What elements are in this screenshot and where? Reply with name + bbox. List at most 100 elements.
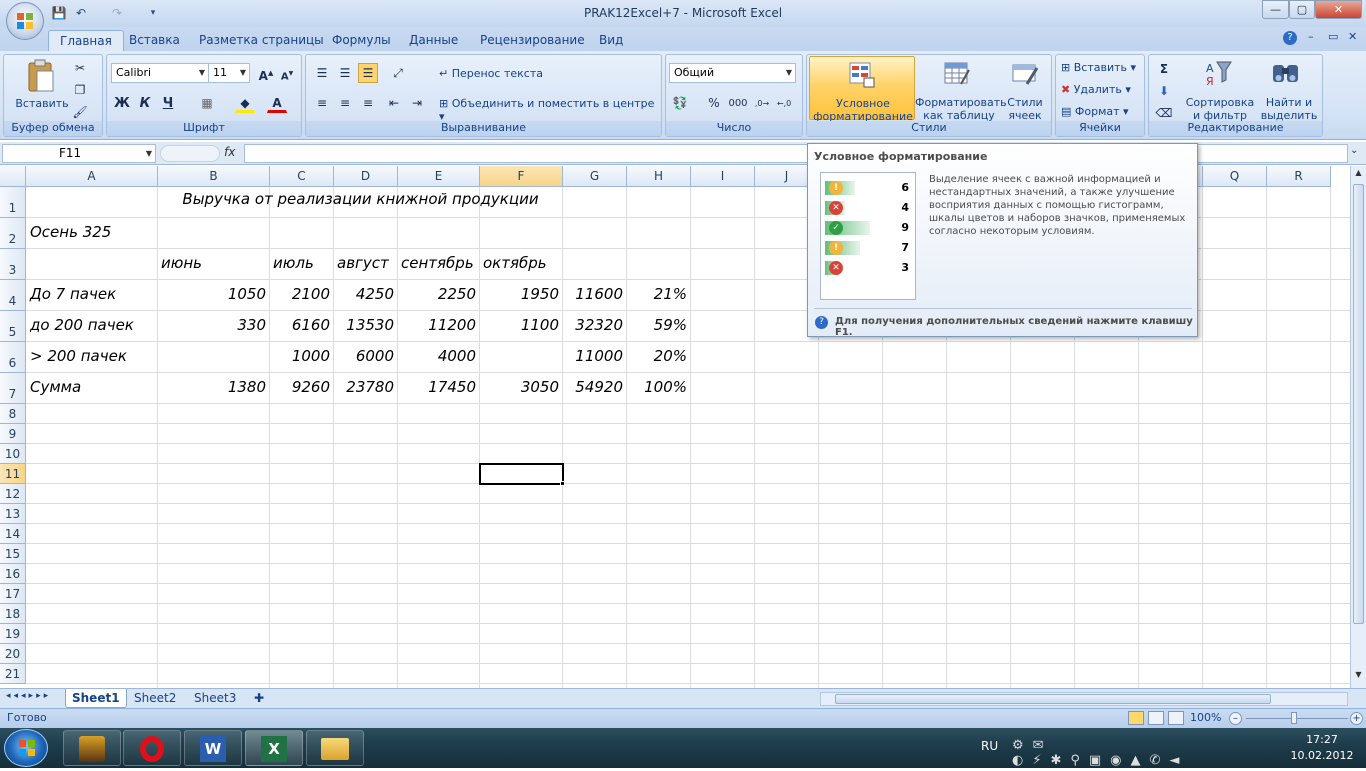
cell-a6[interactable]: > 200 пачек	[30, 347, 127, 365]
cell-c3[interactable]: июль	[273, 254, 314, 272]
sheet-tab-1[interactable]: Sheet1	[65, 689, 127, 708]
italic-button[interactable]: К	[135, 93, 155, 113]
cell-b5[interactable]: 330	[158, 316, 266, 334]
zoom-slider-thumb[interactable]	[1291, 712, 1297, 724]
row-header-7[interactable]: 7	[0, 373, 26, 404]
column-header-q[interactable]: Q	[1203, 166, 1267, 187]
zoom-slider[interactable]	[1246, 718, 1348, 719]
cell-e5[interactable]: 11200	[398, 316, 476, 334]
cell-f5[interactable]: 1100	[480, 316, 559, 334]
format-table-label-1[interactable]: Форматировать	[915, 96, 1007, 109]
cell-e4[interactable]: 2250	[398, 285, 476, 303]
insert-function-button[interactable]: fx	[224, 145, 235, 159]
name-box[interactable]: F11 ▼	[2, 144, 156, 163]
sheet-tab-3[interactable]: Sheet3	[188, 689, 242, 708]
taskbar-word[interactable]: W	[184, 730, 242, 766]
help-icon[interactable]: ?	[1283, 31, 1297, 45]
currency-icon[interactable]: 💱	[670, 93, 690, 113]
align-left-icon[interactable]: ≡	[312, 93, 332, 113]
font-name-select[interactable]: Calibri ▼	[111, 63, 209, 83]
font-size-select[interactable]: 11 ▼	[208, 63, 250, 83]
sort-label-1[interactable]: Сортировка	[1183, 96, 1257, 109]
cell-c5[interactable]: 6160	[270, 316, 330, 334]
page-break-view-icon[interactable]	[1168, 711, 1184, 725]
shrink-font-icon[interactable]: A▼	[277, 63, 297, 83]
row-header-20[interactable]: 20	[0, 644, 26, 664]
sheet-tab-2[interactable]: Sheet2	[128, 689, 182, 708]
number-format-select[interactable]: Общий ▼	[669, 63, 796, 83]
cell-f4[interactable]: 1950	[480, 285, 559, 303]
cell-h4[interactable]: 21%	[627, 285, 687, 303]
zoom-out-icon[interactable]: –	[1229, 712, 1242, 725]
row-header-4[interactable]: 4	[0, 280, 26, 311]
expand-formula-icon[interactable]: ⌄	[1350, 145, 1358, 156]
sheet-nav-icons[interactable]: ◂◂◂▸▸▸	[6, 691, 51, 701]
increase-decimal-icon[interactable]: ,0→	[752, 93, 772, 113]
cell-styles-icon[interactable]	[1011, 60, 1039, 88]
row-header-16[interactable]: 16	[0, 564, 26, 584]
merge-center-button[interactable]: ⊞ Объединить и поместить в центре ▾	[439, 97, 661, 123]
cell-e3[interactable]: сентябрь	[401, 254, 474, 272]
zoom-level[interactable]: 100%	[1190, 711, 1221, 724]
cell-c6[interactable]: 1000	[270, 347, 330, 365]
maximize-button[interactable]: ▢	[1289, 0, 1315, 19]
cell-a2[interactable]: Осень 325	[30, 223, 111, 241]
cell-d6[interactable]: 6000	[334, 347, 394, 365]
taskbar-game-app[interactable]	[63, 730, 121, 766]
undo-icon[interactable]: ↶	[72, 4, 90, 22]
cell-styles-label-1[interactable]: Стили	[1003, 96, 1047, 109]
office-button[interactable]	[6, 2, 44, 40]
copy-icon[interactable]: ❐	[70, 80, 90, 100]
doc-restore-icon[interactable]: ▭	[1328, 30, 1338, 43]
find-label-1[interactable]: Найти и	[1257, 96, 1321, 109]
wrap-text-button[interactable]: ↵ Перенос текста	[439, 67, 543, 80]
taskbar-excel[interactable]: X	[245, 730, 303, 766]
minimize-button[interactable]: —	[1262, 0, 1289, 19]
row-header-21[interactable]: 21	[0, 664, 26, 684]
cell-g6[interactable]: 11000	[563, 347, 623, 365]
column-header-a[interactable]: A	[26, 166, 158, 187]
tab-insert[interactable]: Вставка	[118, 30, 191, 51]
tray-icons[interactable]: ⚙✉◐⚡✱⚲▣◉▲✆◄	[1012, 738, 1224, 768]
cell-a4[interactable]: До 7 пачек	[30, 285, 116, 303]
cell-h5[interactable]: 59%	[627, 316, 687, 334]
sheet-title-cell[interactable]: Выручка от реализации книжной продукции	[158, 190, 563, 208]
row-header-12[interactable]: 12	[0, 484, 26, 504]
paste-icon[interactable]	[26, 59, 56, 93]
start-button[interactable]	[4, 729, 48, 767]
tab-view[interactable]: Вид	[588, 30, 634, 51]
clock-time[interactable]: 17:27	[1290, 733, 1354, 746]
scroll-up-icon[interactable]: ▲	[1352, 168, 1365, 182]
align-bottom-icon[interactable]: ☰	[358, 63, 378, 83]
delete-cells-button[interactable]: ✖ Удалить ▾	[1061, 83, 1131, 96]
column-header-g[interactable]: G	[563, 166, 627, 187]
cell-g5[interactable]: 32320	[563, 316, 623, 334]
percent-button[interactable]: %	[704, 93, 724, 113]
column-header-b[interactable]: B	[158, 166, 270, 187]
clear-icon[interactable]: ⌫	[1154, 103, 1174, 123]
cut-icon[interactable]: ✂	[70, 58, 90, 78]
clock-date[interactable]: 10.02.2012	[1284, 749, 1360, 762]
column-header-e[interactable]: E	[398, 166, 480, 187]
cell-e7[interactable]: 17450	[398, 378, 476, 396]
row-header-18[interactable]: 18	[0, 604, 26, 624]
insert-cells-button[interactable]: ⊞ Вставить ▾	[1061, 61, 1136, 74]
tab-formulas[interactable]: Формулы	[321, 30, 402, 51]
zoom-in-icon[interactable]: +	[1350, 712, 1363, 725]
cell-h6[interactable]: 20%	[627, 347, 687, 365]
active-cell-f11[interactable]	[479, 463, 564, 485]
cell-c4[interactable]: 2100	[270, 285, 330, 303]
row-header-17[interactable]: 17	[0, 584, 26, 604]
fill-handle[interactable]	[560, 481, 565, 486]
row-header-10[interactable]: 10	[0, 444, 26, 464]
insert-sheet-icon[interactable]: ✚	[248, 689, 270, 708]
column-header-r[interactable]: R	[1267, 166, 1331, 187]
fill-icon[interactable]: ⬇	[1154, 81, 1174, 101]
column-header-c[interactable]: C	[270, 166, 334, 187]
cell-d3[interactable]: август	[337, 254, 389, 272]
cell-d7[interactable]: 23780	[334, 378, 394, 396]
cell-d5[interactable]: 13530	[334, 316, 394, 334]
cell-e6[interactable]: 4000	[398, 347, 476, 365]
align-top-icon[interactable]: ☰	[312, 63, 332, 83]
horizontal-scrollbar[interactable]	[820, 692, 1348, 706]
